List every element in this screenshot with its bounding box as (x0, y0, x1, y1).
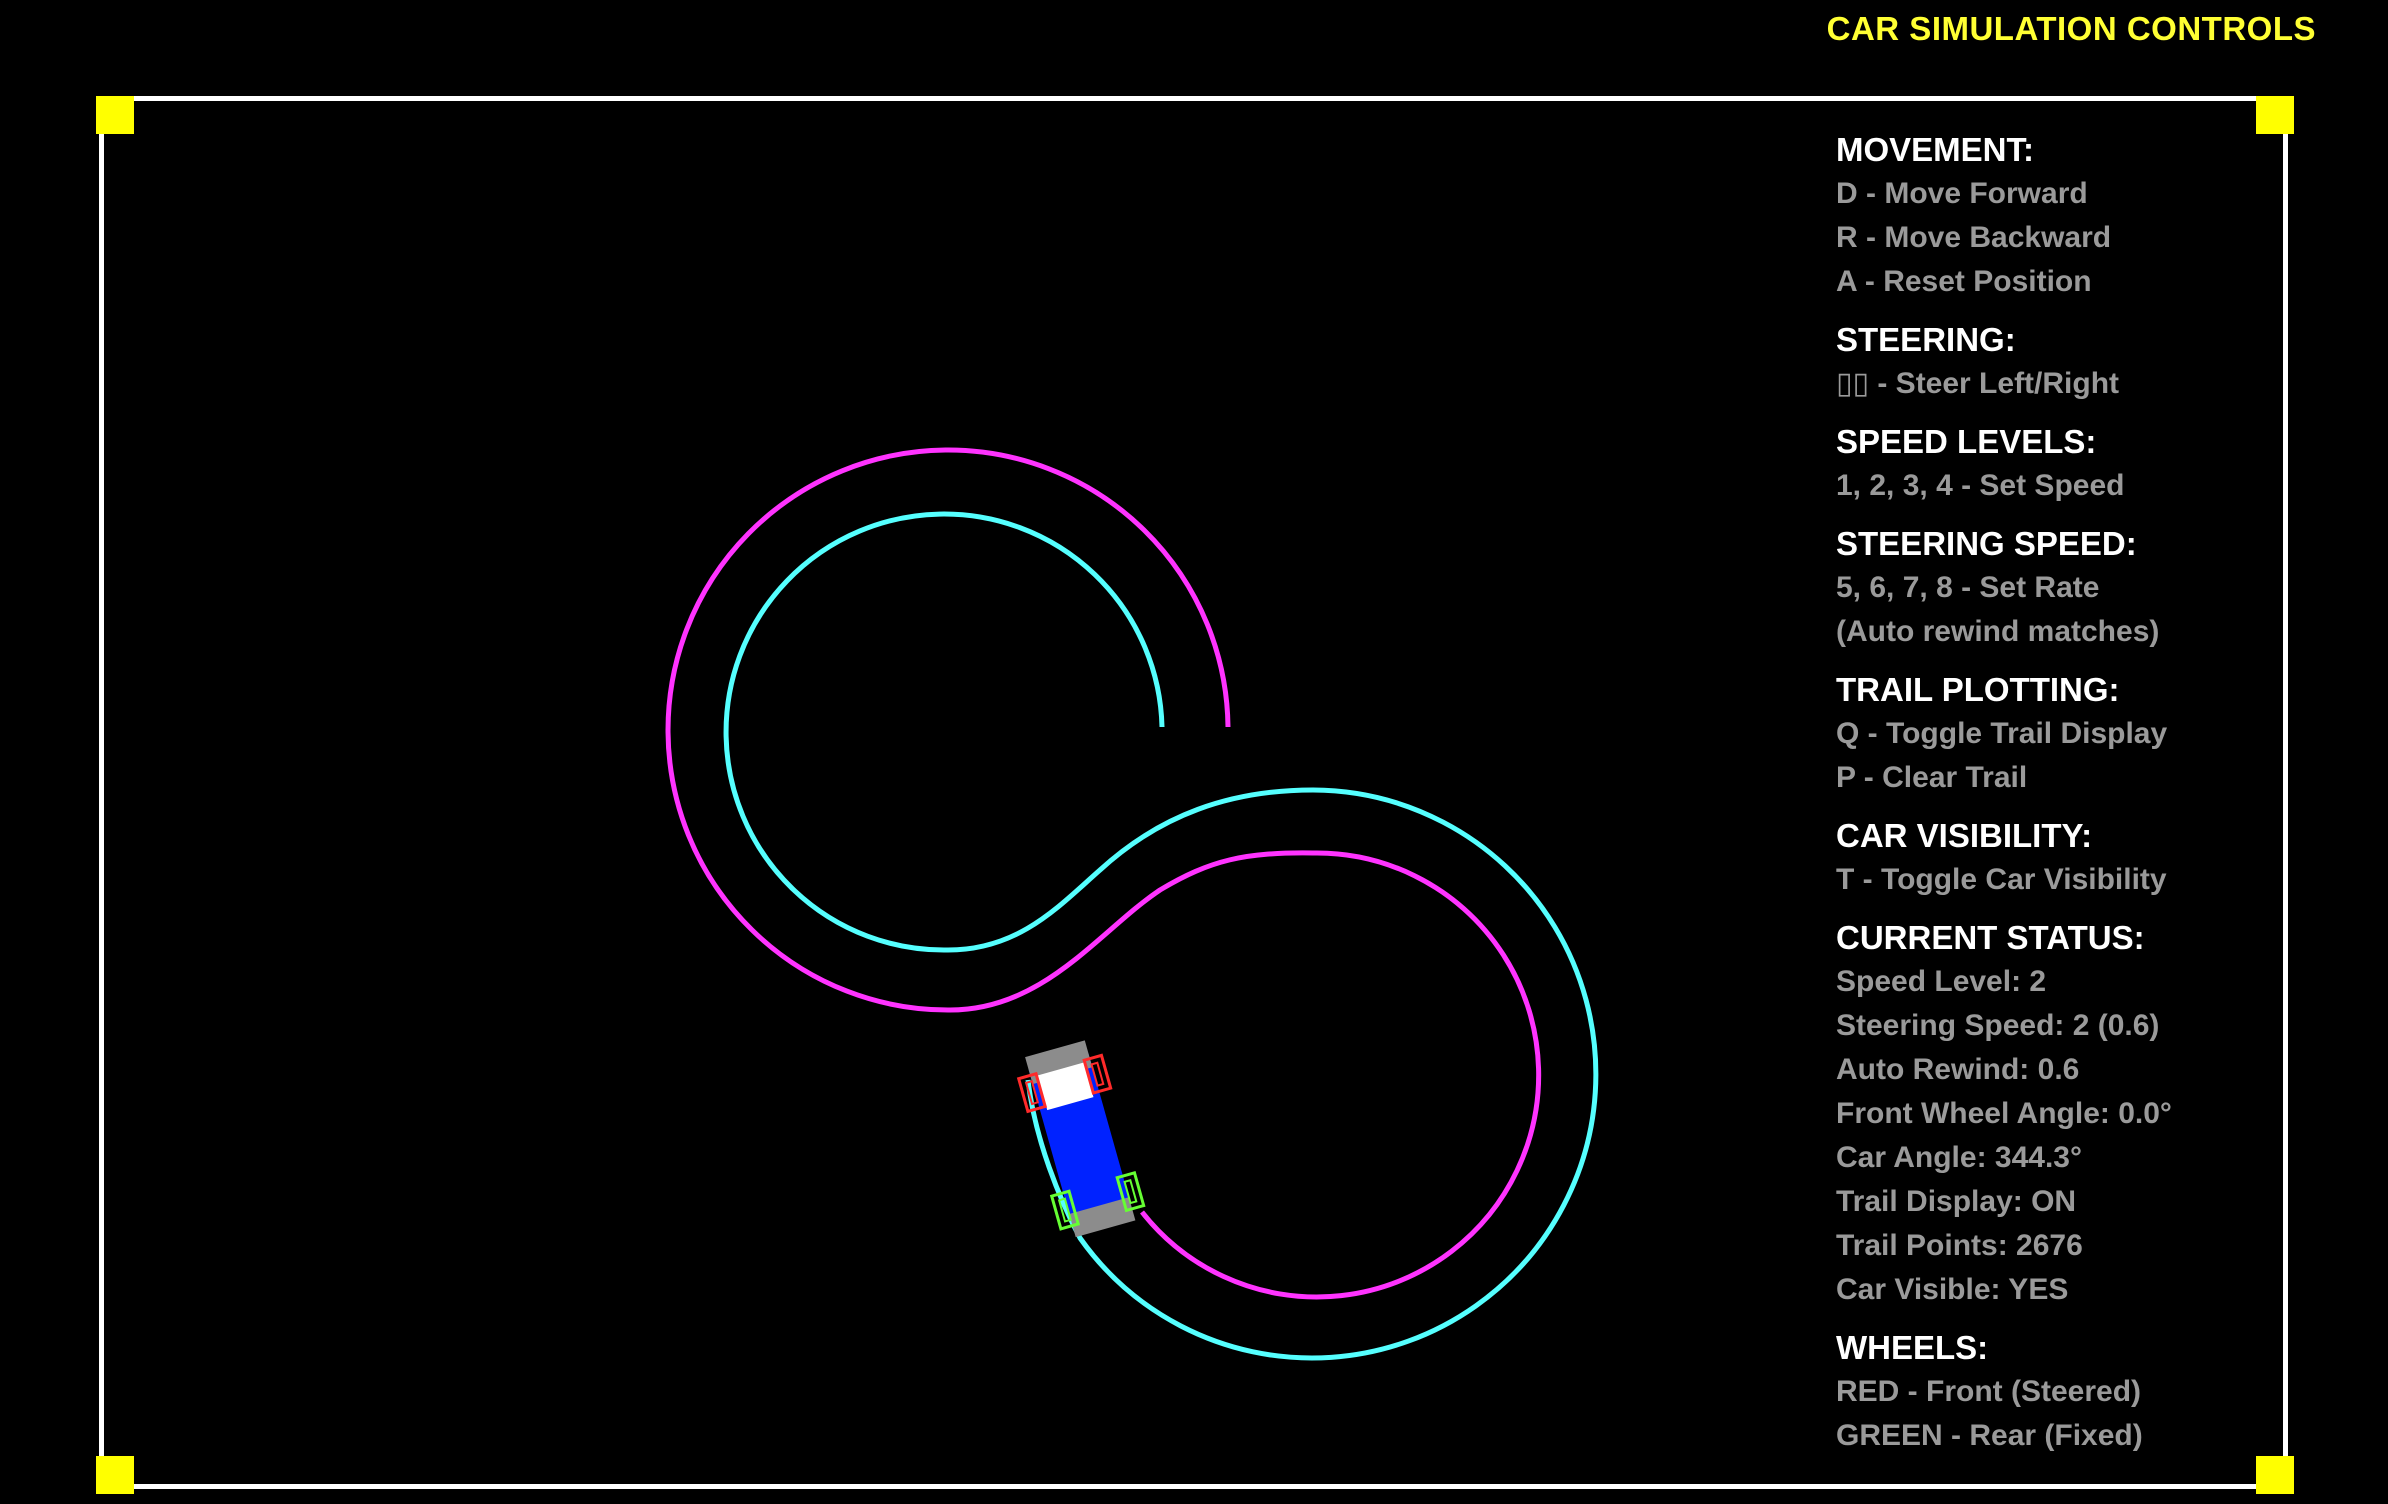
panel-section: STEERING SPEED: 5, 6, 7, 8 - Set Rate (Aut… (1836, 522, 2256, 654)
section-line: Steering Speed: 2 (0.6) (1836, 1009, 2160, 1042)
section-line: P - Clear Trail (1836, 761, 2028, 794)
panel-section: STEERING: ▯▯ - Steer Left/Right (1836, 318, 2256, 406)
section-line: Q - Toggle Trail Display (1836, 717, 2168, 750)
section-line: R - Move Backward (1836, 221, 2112, 254)
panel-section: MOVEMENT: D - Move Forward R - Move Backwa… (1836, 128, 2256, 304)
section-heading: STEERING: (1836, 321, 2016, 358)
section-heading: MOVEMENT: (1836, 131, 2034, 168)
section-heading: STEERING SPEED: (1836, 525, 2137, 562)
controls-panel: MOVEMENT: D - Move Forward R - Move Backwa… (1836, 128, 2256, 1472)
section-line: ▯▯ - Steer Left/Right (1836, 367, 2120, 400)
section-line: 1, 2, 3, 4 - Set Speed (1836, 469, 2125, 502)
panel-section: WHEELS: RED - Front (Steered) GREEN - Rear… (1836, 1326, 2256, 1458)
section-line: (Auto rewind matches) (1836, 615, 2160, 648)
section-line: 5, 6, 7, 8 - Set Rate (1836, 571, 2100, 604)
car (1016, 1040, 1146, 1238)
section-heading: TRAIL PLOTTING: (1836, 671, 2120, 708)
section-heading: WHEELS: (1836, 1329, 1989, 1366)
section-line: T - Toggle Car Visibility (1836, 863, 2167, 896)
section-line: Car Angle: 344.3° (1836, 1141, 2082, 1174)
section-heading: CAR VISIBILITY: (1836, 817, 2093, 854)
panel-section: SPEED LEVELS: 1, 2, 3, 4 - Set Speed (1836, 420, 2256, 508)
panel-section: CURRENT STATUS: Speed Level: 2 Steering Sp… (1836, 916, 2256, 1312)
section-line: D - Move Forward (1836, 177, 2088, 210)
section-line: GREEN - Rear (Fixed) (1836, 1419, 2143, 1452)
section-heading: CURRENT STATUS: (1836, 919, 2145, 956)
section-line: Speed Level: 2 (1836, 965, 2047, 998)
section-line: A - Reset Position (1836, 265, 2092, 298)
section-heading: SPEED LEVELS: (1836, 423, 2097, 460)
section-line: RED - Front (Steered) (1836, 1375, 2142, 1408)
section-line: Trail Points: 2676 (1836, 1229, 2083, 1262)
panel-section: CAR VISIBILITY: T - Toggle Car Visibility (1836, 814, 2256, 902)
section-line: Trail Display: ON (1836, 1185, 2077, 1218)
section-line: Auto Rewind: 0.6 (1836, 1053, 2080, 1086)
section-line: Car Visible: YES (1836, 1273, 2069, 1306)
panel-section: TRAIL PLOTTING: Q - Toggle Trail Display P… (1836, 668, 2256, 800)
section-line: Front Wheel Angle: 0.0° (1836, 1097, 2172, 1130)
